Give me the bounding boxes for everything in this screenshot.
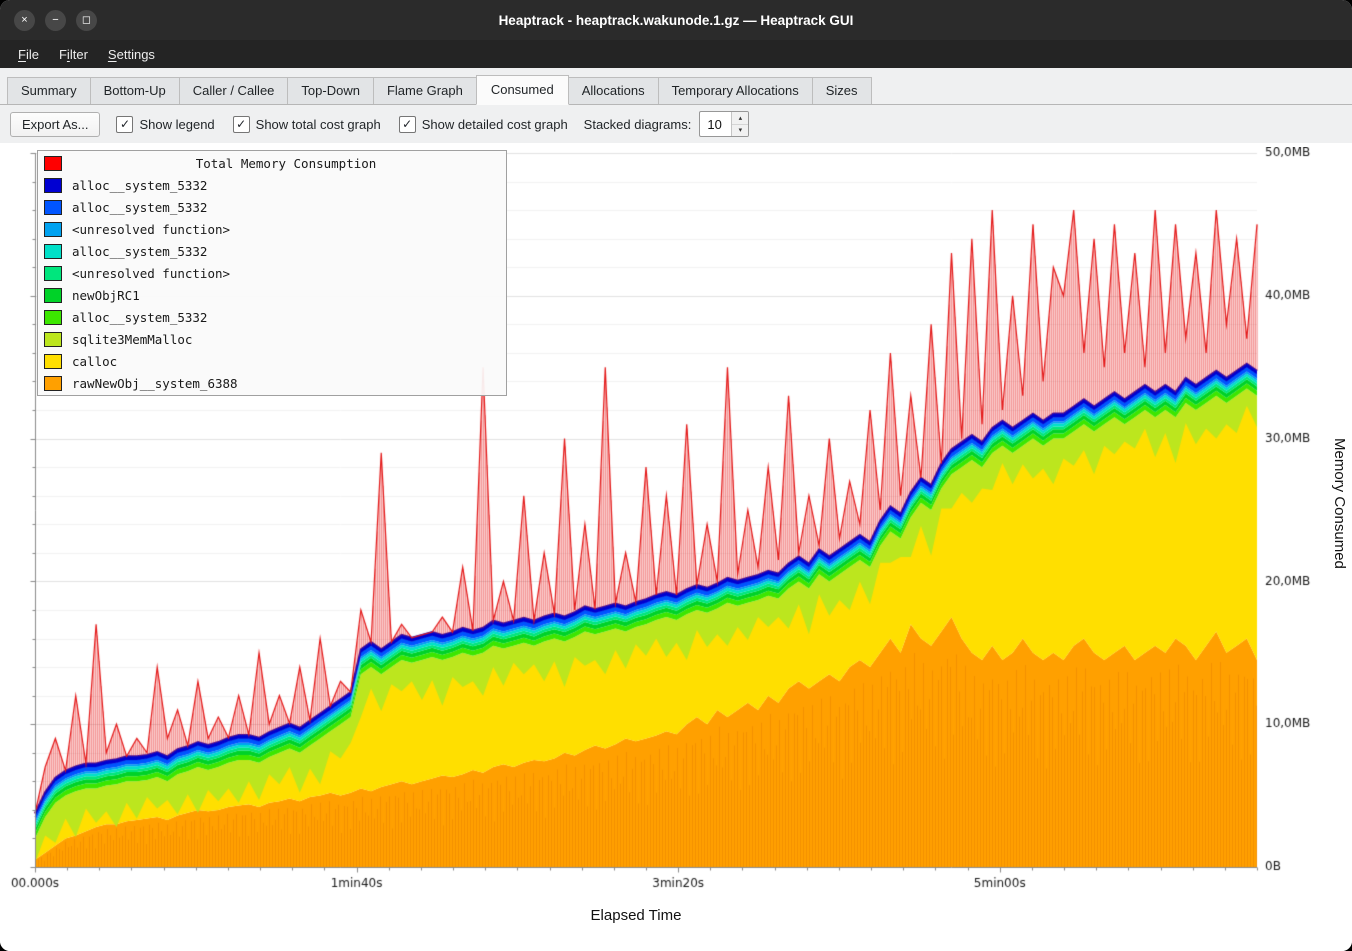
spinbox-buttons: ▴ ▾	[731, 112, 748, 136]
spin-down-icon[interactable]: ▾	[732, 125, 748, 137]
checkbox-show-total-cost-graph[interactable]: ✓ Show total cost graph	[233, 116, 381, 133]
legend-item-label: alloc__system_5332	[72, 310, 207, 325]
titlebar: ×−◻ Heaptrack - heaptrack.wakunode.1.gz …	[0, 0, 1352, 40]
legend-item-label: <unresolved function>	[72, 266, 230, 281]
tab-temporary-allocations[interactable]: Temporary Allocations	[658, 77, 813, 104]
legend-item-label: calloc	[72, 354, 117, 369]
legend-item: sqlite3MemMalloc	[38, 328, 506, 350]
heaptrack-window: ×−◻ Heaptrack - heaptrack.wakunode.1.gz …	[0, 0, 1352, 951]
toolbar: Export As... ✓ Show legend ✓ Show total cos…	[0, 105, 1352, 143]
legend-item: alloc__system_5332	[38, 306, 506, 328]
stacked-diagrams-label: Stacked diagrams:	[584, 117, 692, 132]
legend-title: Total Memory Consumption	[72, 156, 500, 171]
legend-item: <unresolved function>	[38, 218, 506, 240]
export-as-button[interactable]: Export As...	[10, 112, 100, 137]
x-axis-title: Elapsed Time	[0, 907, 1272, 924]
checkbox-box[interactable]: ✓	[233, 116, 250, 133]
legend-title-swatch	[44, 156, 62, 171]
checkbox-box[interactable]: ✓	[116, 116, 133, 133]
legend-title-row: Total Memory Consumption	[38, 152, 506, 174]
minimize-button[interactable]: −	[45, 10, 66, 31]
legend-swatch	[44, 310, 62, 325]
legend-item: rawNewObj__system_6388	[38, 372, 506, 394]
legend-item: newObjRC1	[38, 284, 506, 306]
checkbox-show-detailed-cost-graph[interactable]: ✓ Show detailed cost graph	[399, 116, 568, 133]
menu-file[interactable]: File	[8, 40, 49, 68]
legend-swatch	[44, 178, 62, 193]
checkbox-label: Show detailed cost graph	[422, 117, 568, 132]
window-controls: ×−◻	[14, 0, 97, 40]
toolbar-checkboxes: ✓ Show legend ✓ Show total cost graph ✓ Show …	[116, 116, 567, 133]
y-axis-title: Memory Consumed	[1331, 438, 1348, 569]
legend-item: alloc__system_5332	[38, 196, 506, 218]
spinbox-value[interactable]: 10	[700, 112, 731, 136]
legend-item: <unresolved function>	[38, 262, 506, 284]
legend-item: calloc	[38, 350, 506, 372]
tabbar: SummaryBottom-UpCaller / CalleeTop-DownF…	[0, 68, 1352, 105]
spin-up-icon[interactable]: ▴	[732, 112, 748, 125]
menu-filter[interactable]: Filter	[49, 40, 98, 68]
legend-swatch	[44, 376, 62, 391]
legend-swatch	[44, 266, 62, 281]
tab-flame-graph[interactable]: Flame Graph	[373, 77, 477, 104]
legend-swatch	[44, 244, 62, 259]
tab-summary[interactable]: Summary	[7, 77, 91, 104]
menu-settings[interactable]: Settings	[98, 40, 165, 68]
close-button[interactable]: ×	[14, 10, 35, 31]
tab-sizes[interactable]: Sizes	[812, 77, 872, 104]
window-title: Heaptrack - heaptrack.wakunode.1.gz — He…	[0, 13, 1352, 28]
tab-bottom-up[interactable]: Bottom-Up	[90, 77, 180, 104]
legend-swatch	[44, 222, 62, 237]
legend-item-label: alloc__system_5332	[72, 178, 207, 193]
chart-legend: Total Memory Consumption alloc__system_5…	[37, 150, 507, 396]
stacked-diagrams: Stacked diagrams: 10 ▴ ▾	[584, 111, 750, 137]
legend-item-label: <unresolved function>	[72, 222, 230, 237]
checkbox-label: Show legend	[139, 117, 214, 132]
legend-swatch	[44, 288, 62, 303]
checkbox-box[interactable]: ✓	[399, 116, 416, 133]
tab-allocations[interactable]: Allocations	[568, 77, 659, 104]
legend-item-label: rawNewObj__system_6388	[72, 376, 238, 391]
legend-item-label: sqlite3MemMalloc	[72, 332, 192, 347]
legend-item: alloc__system_5332	[38, 240, 506, 262]
maximize-button[interactable]: ◻	[76, 10, 97, 31]
checkbox-label: Show total cost graph	[256, 117, 381, 132]
legend-swatch	[44, 332, 62, 347]
legend-swatch	[44, 354, 62, 369]
tab-consumed[interactable]: Consumed	[476, 75, 569, 105]
legend-item-label: newObjRC1	[72, 288, 140, 303]
legend-item-label: alloc__system_5332	[72, 244, 207, 259]
legend-item: alloc__system_5332	[38, 174, 506, 196]
legend-swatch	[44, 200, 62, 215]
legend-item-label: alloc__system_5332	[72, 200, 207, 215]
checkbox-show-legend[interactable]: ✓ Show legend	[116, 116, 214, 133]
chart-area: Total Memory Consumption alloc__system_5…	[0, 143, 1352, 951]
menubar: FileFilterSettings	[0, 40, 1352, 68]
stacked-diagrams-spinbox[interactable]: 10 ▴ ▾	[699, 111, 749, 137]
tab-caller-callee[interactable]: Caller / Callee	[179, 77, 289, 104]
tab-top-down[interactable]: Top-Down	[287, 77, 374, 104]
